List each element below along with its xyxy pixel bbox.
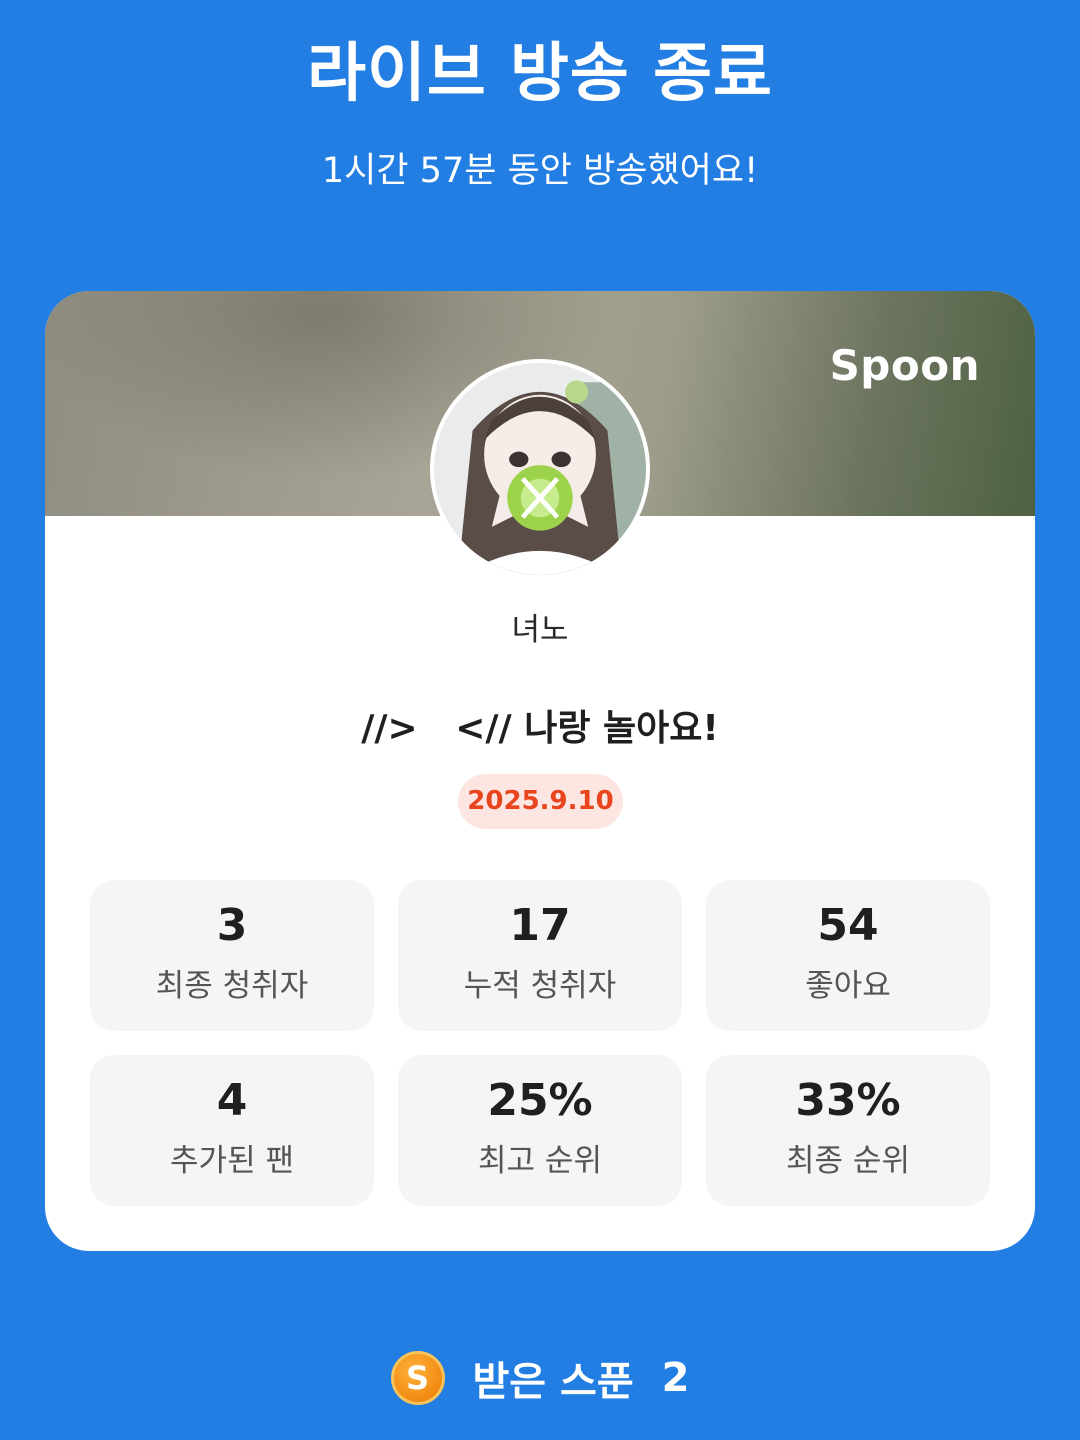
received-spoons-label: 받은 스푼 bbox=[472, 1359, 634, 1405]
broadcast-duration: 1시간 57분 동안 방송했어요! bbox=[321, 151, 759, 191]
live-ended-screen: 라이브 방송 종료 1시간 57분 동안 방송했어요! Spoon 녀노 //>… bbox=[0, 0, 1080, 1440]
stat-label: 최종 청취자 bbox=[155, 968, 309, 1004]
page-title: 라이브 방송 종료 bbox=[307, 37, 773, 111]
stat-label: 최종 순위 bbox=[786, 1143, 910, 1179]
stat-new-fans: 4 추가된 팬 bbox=[90, 1055, 374, 1206]
stat-final-rank: 33% 최종 순위 bbox=[706, 1055, 990, 1206]
stat-best-rank: 25% 최고 순위 bbox=[398, 1055, 682, 1206]
stat-value: 33% bbox=[795, 1075, 901, 1126]
stat-label: 좋아요 bbox=[805, 968, 891, 1004]
stat-value: 4 bbox=[216, 1075, 248, 1126]
stat-final-listeners: 3 최종 청취자 bbox=[90, 880, 374, 1031]
room-title: //> <// 나랑 놀아요! bbox=[361, 708, 719, 749]
spoon-logo: Spoon bbox=[829, 341, 980, 390]
stat-total-listeners: 17 누적 청취자 bbox=[398, 880, 682, 1031]
received-spoons-count: 2 bbox=[661, 1355, 690, 1401]
streamer-nickname: 녀노 bbox=[511, 612, 569, 648]
avatar[interactable] bbox=[430, 359, 650, 579]
received-spoons: S 받은 스푼 2 bbox=[0, 1347, 1080, 1409]
stat-likes: 54 좋아요 bbox=[706, 880, 990, 1031]
avatar-illustration bbox=[434, 363, 646, 575]
stats-grid: 3 최종 청취자 17 누적 청취자 54 좋아요 4 추가된 팬 25% 최고… bbox=[90, 880, 990, 1206]
stat-value: 54 bbox=[817, 900, 879, 951]
stat-label: 최고 순위 bbox=[478, 1143, 602, 1179]
broadcast-summary-card: Spoon 녀노 //> <// 나랑 놀아요! 2025.9.10 3 최종 … bbox=[45, 291, 1035, 1251]
spoon-coin-icon: S bbox=[390, 1351, 445, 1405]
broadcast-date-badge: 2025.9.10 bbox=[458, 774, 623, 829]
stat-value: 3 bbox=[216, 900, 248, 951]
stat-label: 추가된 팬 bbox=[170, 1143, 294, 1179]
stat-label: 누적 청취자 bbox=[463, 968, 617, 1004]
stat-value: 25% bbox=[487, 1075, 593, 1126]
stat-value: 17 bbox=[509, 900, 571, 951]
